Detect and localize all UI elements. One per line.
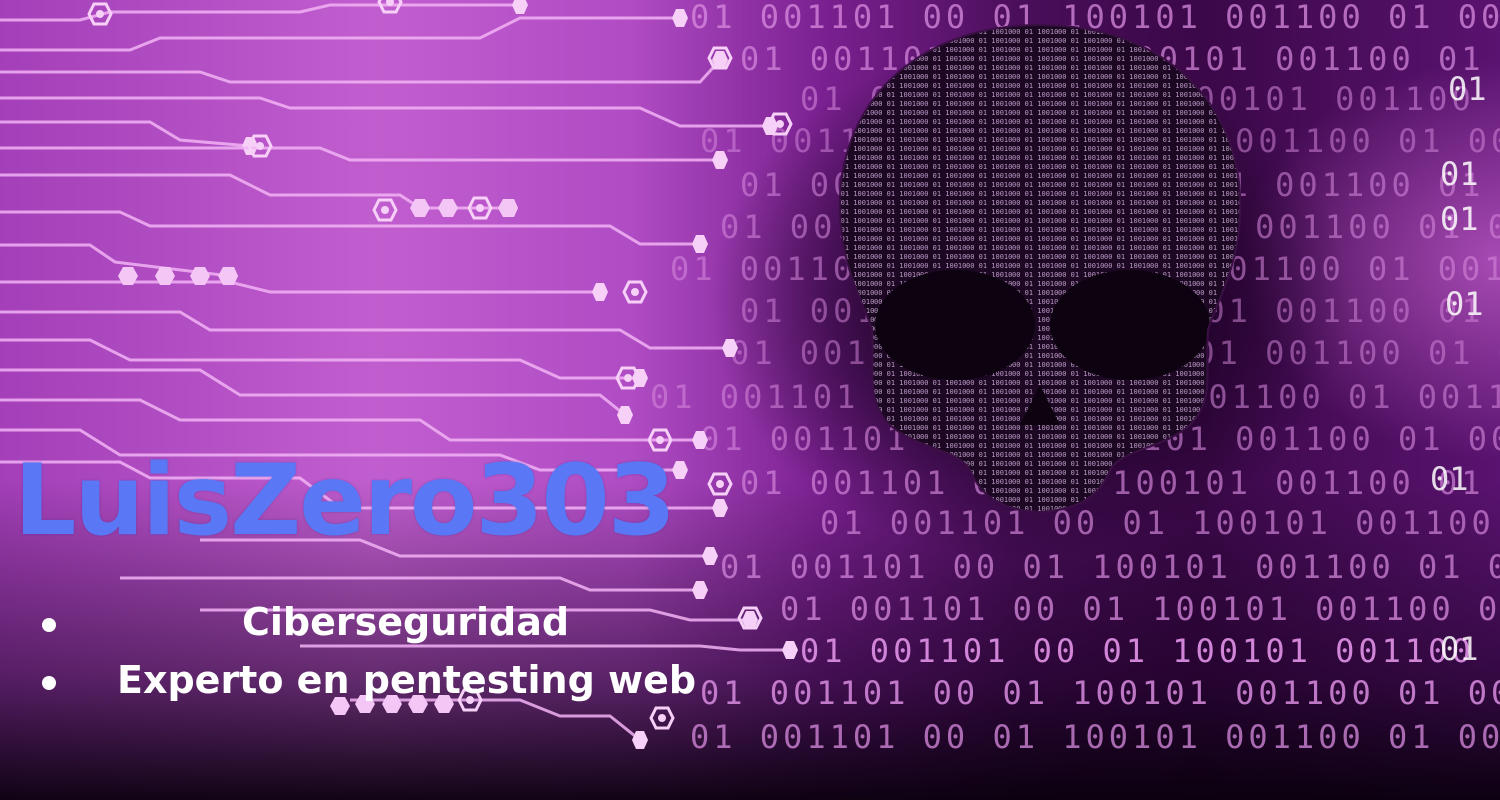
circuit-node (716, 54, 724, 62)
circuit-node (782, 641, 798, 659)
circuit-node (256, 142, 264, 150)
circuit-trace (0, 58, 722, 84)
circuit-node (476, 204, 484, 212)
circuit-node (716, 480, 724, 488)
circuit-node (592, 283, 608, 301)
circuit-node (624, 374, 632, 382)
circuit-trace (0, 310, 730, 350)
bullet-icon (42, 618, 56, 632)
circuit-trace (0, 210, 700, 246)
circuit-trace (300, 644, 790, 652)
circuit-trace (0, 3, 520, 22)
banner: 01 001101 00 01 100101 001100 01 001101 … (0, 0, 1500, 800)
circuit-node (512, 0, 528, 14)
circuit-node (746, 614, 754, 622)
circuit-node (692, 235, 708, 253)
circuit-node (712, 151, 728, 169)
circuit-trace (120, 576, 700, 592)
bullet-icon (42, 676, 56, 690)
circuit-node (776, 120, 784, 128)
circuit-trace (0, 173, 510, 210)
circuit-node (672, 461, 688, 479)
circuit-trace (0, 280, 600, 294)
circuit-trace (0, 120, 251, 148)
circuit-node (722, 339, 738, 357)
circuit-node (692, 431, 708, 449)
circuit-node (692, 581, 708, 599)
circuit-trace (0, 368, 626, 417)
circuit-node (672, 9, 688, 27)
circuit-trace (0, 146, 720, 162)
circuit-node (702, 547, 718, 565)
page-title: LuisZero303 (14, 444, 676, 558)
circuit-trace (0, 338, 640, 380)
circuit-node (96, 10, 104, 18)
circuit-node (438, 199, 458, 217)
circuit-trace (0, 398, 700, 442)
circuit-node (658, 714, 666, 722)
circuit-node (712, 499, 728, 517)
skill-label: Ciberseguridad (242, 600, 570, 644)
circuit-node (631, 288, 639, 296)
skill-label: Experto en pentesting web (117, 658, 697, 702)
circuit-node (381, 206, 389, 214)
circuit-node (656, 436, 664, 444)
